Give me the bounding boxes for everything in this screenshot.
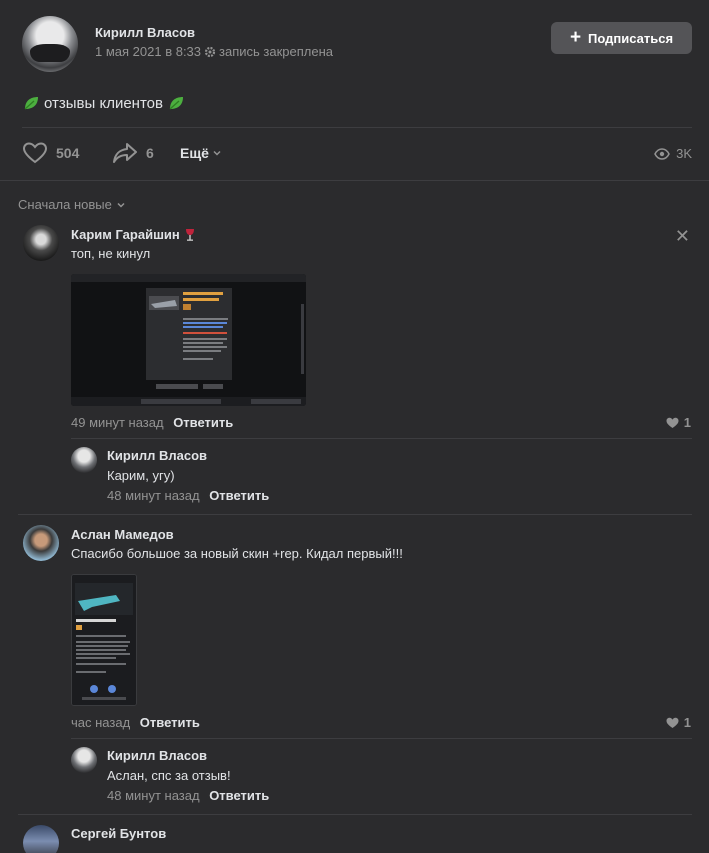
post-body-text: отзывы клиентов: [44, 94, 163, 112]
reply-button[interactable]: Ответить: [209, 488, 269, 503]
reply-avatar[interactable]: [71, 447, 97, 473]
comment-time[interactable]: час назад: [71, 715, 130, 730]
reply-text: Карим, угу): [107, 468, 175, 483]
reply-footer: 48 минут назад Ответить: [107, 488, 269, 503]
comment-attachment-image[interactable]: [71, 274, 306, 406]
post-text: отзывы клиентов: [22, 94, 185, 112]
divider: [18, 814, 692, 815]
reply-author[interactable]: Кирилл Власов: [107, 748, 207, 763]
post-date[interactable]: 1 мая 2021 в 8:33: [95, 44, 201, 59]
heart-icon: [22, 142, 48, 164]
more-label: Ещё: [180, 145, 209, 161]
subscribe-label: Подписаться: [588, 30, 674, 46]
comment-like-count: 1: [683, 715, 691, 730]
views-counter: 3K: [654, 146, 692, 161]
heart-icon: [666, 717, 679, 728]
commenter-avatar[interactable]: [23, 525, 59, 561]
comment-like-button[interactable]: 1: [666, 715, 691, 730]
comments-sort-dropdown[interactable]: Сначала новые: [18, 197, 126, 212]
divider: [71, 438, 692, 439]
plus-icon: +: [569, 26, 582, 48]
reply-footer: 48 минут назад Ответить: [107, 788, 269, 803]
post-header: Кирилл Власов 1 мая 2021 в 8:33 запись з…: [22, 16, 692, 72]
divider: [22, 127, 692, 128]
gear-icon: [204, 46, 216, 57]
comment-footer: 49 минут назад Ответить: [71, 415, 233, 430]
leaf-icon: [24, 97, 38, 110]
close-icon[interactable]: ✕: [675, 226, 690, 247]
comment-author[interactable]: Сергей Бунтов: [71, 826, 166, 841]
comment-text: Спасибо большое за новый скин +rep. Кида…: [71, 546, 403, 561]
wine-glass-icon: [185, 228, 194, 241]
comment-footer: час назад Ответить: [71, 715, 200, 730]
pinned-label: запись закреплена: [219, 44, 333, 59]
reply-time[interactable]: 48 минут назад: [107, 788, 200, 803]
divider: [18, 514, 692, 515]
comment-author-name: Карим Гарайшин: [71, 227, 180, 242]
divider: [0, 180, 709, 181]
post-author-name[interactable]: Кирилл Власов: [95, 25, 195, 40]
share-count: 6: [146, 145, 154, 161]
comment-author[interactable]: Аслан Мамедов: [71, 527, 174, 542]
reply-avatar[interactable]: [71, 747, 97, 773]
comment-time[interactable]: 49 минут назад: [71, 415, 164, 430]
share-icon: [113, 143, 137, 163]
reply-button[interactable]: Ответить: [209, 788, 269, 803]
heart-icon: [666, 417, 679, 428]
reply-text: Аслан, спс за отзыв!: [107, 768, 231, 783]
commenter-avatar[interactable]: [23, 225, 59, 261]
comment-like-button[interactable]: 1: [666, 415, 691, 430]
like-count: 504: [56, 145, 80, 161]
like-button[interactable]: 504: [22, 140, 79, 166]
comment-author[interactable]: Карим Гарайшин: [71, 227, 196, 242]
comment-text: топ, не кинул: [71, 246, 151, 261]
eye-icon: [654, 147, 670, 160]
views-count: 3K: [676, 146, 692, 161]
reply-author[interactable]: Кирилл Власов: [107, 448, 207, 463]
comment-attachment-image[interactable]: [71, 574, 137, 706]
reply-time[interactable]: 48 минут назад: [107, 488, 200, 503]
screenshot-thumbnail: [71, 274, 306, 406]
share-button[interactable]: 6: [112, 140, 154, 166]
commenter-avatar[interactable]: [23, 825, 59, 853]
author-avatar[interactable]: [22, 16, 78, 72]
divider: [71, 738, 692, 739]
reply-button[interactable]: Ответить: [140, 715, 200, 730]
comment-like-count: 1: [683, 415, 691, 430]
sort-label: Сначала новые: [18, 197, 112, 212]
subscribe-button[interactable]: + Подписаться: [551, 22, 692, 54]
screenshot-thumbnail: [72, 575, 136, 705]
leaf-icon: [169, 97, 183, 110]
more-button[interactable]: Ещё: [180, 145, 222, 161]
post-actions: 504 6 Ещё 3K: [22, 140, 692, 168]
chevron-down-icon: [213, 150, 221, 156]
reply-button[interactable]: Ответить: [173, 415, 233, 430]
chevron-down-icon: [117, 202, 125, 208]
post-meta: 1 мая 2021 в 8:33 запись закреплена: [95, 44, 333, 59]
